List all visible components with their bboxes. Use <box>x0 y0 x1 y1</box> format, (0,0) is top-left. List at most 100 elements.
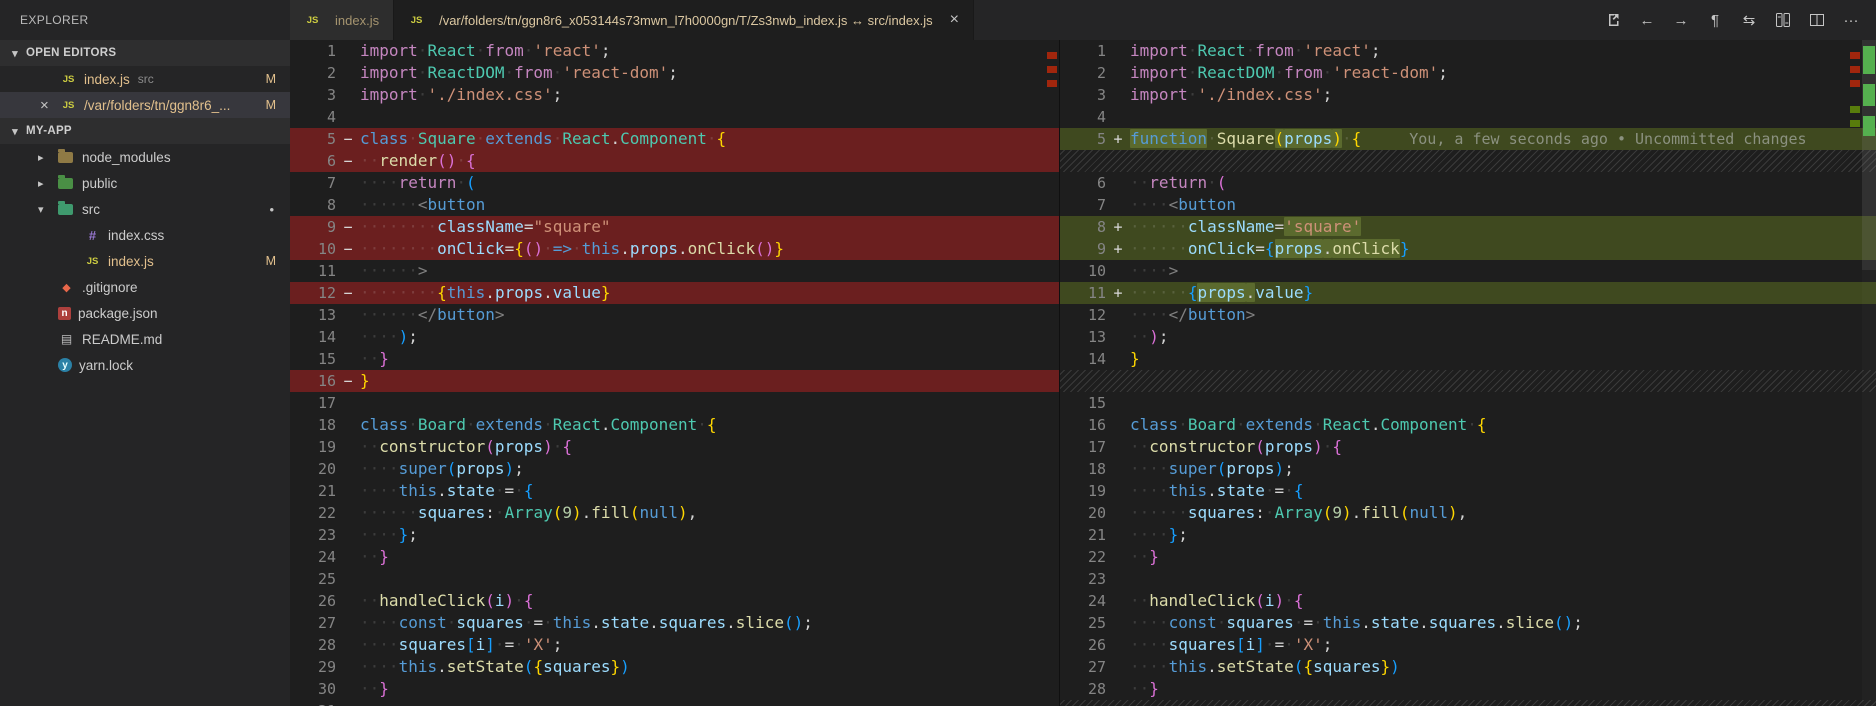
modified-code-line[interactable]: 27 ····this.setState({squares}) <box>1060 656 1876 678</box>
modified-code-line[interactable]: 16 class·Board·extends·React.Component·{ <box>1060 414 1876 436</box>
original-code-line[interactable]: 12− ········{this.props.value} <box>290 282 1059 304</box>
tree-item-yarn-lock[interactable]: yarn.lock <box>0 352 290 378</box>
tree-item-src[interactable]: ▾ src • <box>0 196 290 222</box>
original-code-line[interactable]: 27 ····const·squares·=·this.state.squares… <box>290 612 1059 634</box>
project-label: MY-APP <box>26 125 72 137</box>
modified-filler-row[interactable] <box>1060 370 1876 392</box>
tree-item-node-modules[interactable]: ▸ node_modules <box>0 144 290 170</box>
close-icon[interactable]: × <box>950 11 959 29</box>
original-code-line[interactable]: 15 ··} <box>290 348 1059 370</box>
original-code-line[interactable]: 23 ····}; <box>290 524 1059 546</box>
previous-change-icon[interactable]: ← <box>1634 7 1660 33</box>
modified-code-line[interactable]: 14} <box>1060 348 1876 370</box>
modified-code-line[interactable]: 2 import·ReactDOM·from·'react-dom'; <box>1060 62 1876 84</box>
modified-code-line[interactable]: 23 <box>1060 568 1876 590</box>
original-editor[interactable]: 1 import·React·from·'react'; 2 import·React… <box>290 40 1060 706</box>
original-code-line[interactable]: 28 ····squares[i]·=·'X'; <box>290 634 1059 656</box>
modified-code-line[interactable]: 11 + ······{props.value} <box>1060 282 1876 304</box>
next-change-icon[interactable]: → <box>1668 7 1694 33</box>
original-code-line[interactable]: 7 ····return·( <box>290 172 1059 194</box>
original-code-line[interactable]: 30 ··} <box>290 678 1059 700</box>
modified-code-line[interactable]: 9 + ······onClick={props.onClick} <box>1060 238 1876 260</box>
modified-editor[interactable]: 1 import·React·from·'react'; 2 import·React… <box>1060 40 1876 706</box>
modified-code-line[interactable]: 12 ····</button> <box>1060 304 1876 326</box>
tree-item-index-css[interactable]: index.css <box>0 222 290 248</box>
modified-code-line[interactable]: 3 import·'./index.css'; <box>1060 84 1876 106</box>
original-code-line[interactable]: 24 ··} <box>290 546 1059 568</box>
modified-filler-row[interactable] <box>1060 700 1876 706</box>
modified-code-line[interactable]: 6 ··return·( <box>1060 172 1876 194</box>
tree-item-index-js[interactable]: index.js M <box>0 248 290 274</box>
modified-code-line[interactable]: 24 ··handleClick(i)·{ <box>1060 590 1876 612</box>
scrollbar[interactable] <box>1862 40 1876 706</box>
original-code-line[interactable]: 31 <box>290 700 1059 706</box>
modified-code-line[interactable]: 20 ······squares:·Array(9).fill(null), <box>1060 502 1876 524</box>
modified-code-line[interactable]: 25 ····const·squares·=·this.state.squares… <box>1060 612 1876 634</box>
modified-code-line[interactable]: 28 ··} <box>1060 678 1876 700</box>
original-code-line[interactable]: 11 ······> <box>290 260 1059 282</box>
original-code-line[interactable]: 19 ··constructor(props)·{ <box>290 436 1059 458</box>
original-code-line[interactable]: 8 ······<button <box>290 194 1059 216</box>
code-token: const· <box>398 613 457 632</box>
code-token: ···· <box>360 657 399 676</box>
original-code-line[interactable]: 9− ········className="square" <box>290 216 1059 238</box>
original-code-line[interactable]: 10− ········onClick={()·=>·this.props.onC… <box>290 238 1059 260</box>
open-editors-header[interactable]: ▾ OPEN EDITORS <box>0 40 290 66</box>
original-code-line[interactable]: 26 ··handleClick(i)·{ <box>290 590 1059 612</box>
open-editor-item[interactable]: index.js src M <box>0 66 290 92</box>
more-actions-icon[interactable]: ··· <box>1838 7 1864 33</box>
modified-code-line[interactable]: 10 ····> <box>1060 260 1876 282</box>
tab-index-js[interactable]: index.js <box>290 0 395 40</box>
modified-code-line[interactable]: 1 import·React·from·'react'; <box>1060 40 1876 62</box>
modified-code-line[interactable]: 4 <box>1060 106 1876 128</box>
modified-code-line[interactable]: 13 ··); <box>1060 326 1876 348</box>
original-code-line[interactable]: 5− class·Square·extends·React.Component·{ <box>290 128 1059 150</box>
modified-code-line[interactable]: 5 + function·Square(props)·{You, a few sec… <box>1060 128 1876 150</box>
chevron-right-icon[interactable]: ▸ <box>38 177 58 190</box>
scrollbar-slider[interactable] <box>1862 40 1876 270</box>
file-name: README.md <box>82 331 163 347</box>
tree-item--gitignore[interactable]: .gitignore <box>0 274 290 300</box>
chevron-right-icon[interactable]: ▸ <box>38 151 58 164</box>
open-editor-item[interactable]: × /var/folders/tn/ggn8r6_... M <box>0 92 290 118</box>
original-code-line[interactable]: 4 <box>290 106 1059 128</box>
original-code-line[interactable]: 21 ····this.state·=·{ <box>290 480 1059 502</box>
original-code-line[interactable]: 2 import·ReactDOM·from·'react-dom'; <box>290 62 1059 84</box>
modified-code-line[interactable]: 17 ··constructor(props)·{ <box>1060 436 1876 458</box>
tree-item-public[interactable]: ▸ public <box>0 170 290 196</box>
modified-code-line[interactable]: 15 <box>1060 392 1876 414</box>
original-code-line[interactable]: 14 ····); <box>290 326 1059 348</box>
original-code-line[interactable]: 20 ····super(props); <box>290 458 1059 480</box>
modified-code-line[interactable]: 7 ····<button <box>1060 194 1876 216</box>
open-file-icon[interactable] <box>1600 7 1626 33</box>
modified-code-line[interactable]: 18 ····super(props); <box>1060 458 1876 480</box>
project-header[interactable]: ▾ MY-APP <box>0 118 290 144</box>
original-code-line[interactable]: 16−} <box>290 370 1059 392</box>
original-code-line[interactable]: 25 <box>290 568 1059 590</box>
original-code-line[interactable]: 29 ····this.setState({squares}) <box>290 656 1059 678</box>
original-code-line[interactable]: 13 ······</button> <box>290 304 1059 326</box>
original-code-line[interactable]: 22 ······squares:·Array(9).fill(null), <box>290 502 1059 524</box>
original-code-line[interactable]: 6− ··render()·{ <box>290 150 1059 172</box>
swap-sides-icon[interactable]: ⇆ <box>1736 7 1762 33</box>
modified-code-line[interactable]: 26 ····squares[i]·=·'X'; <box>1060 634 1876 656</box>
modified-code-line[interactable]: 19 ····this.state·=·{ <box>1060 480 1876 502</box>
tree-item-package-json[interactable]: package.json <box>0 300 290 326</box>
close-icon[interactable]: × <box>40 98 60 113</box>
chevron-down-icon[interactable]: ▾ <box>38 203 58 216</box>
tree-item-readme-md[interactable]: README.md <box>0 326 290 352</box>
modified-code-line[interactable]: 8 + ······className='square' <box>1060 216 1876 238</box>
modified-code-line[interactable]: 21 ····}; <box>1060 524 1876 546</box>
original-code-line[interactable]: 3 import·'./index.css'; <box>290 84 1059 106</box>
original-code-line[interactable]: 1 import·React·from·'react'; <box>290 40 1059 62</box>
original-code-line[interactable]: 17 <box>290 392 1059 414</box>
original-code-line[interactable]: 18 class·Board·extends·React.Component·{ <box>290 414 1059 436</box>
modified-code-line[interactable]: 22 ··} <box>1060 546 1876 568</box>
render-whitespace-icon[interactable]: ¶ <box>1702 7 1728 33</box>
tab-diff[interactable]: /var/folders/tn/ggn8r6_x053144s73mwn_l7h… <box>394 0 974 40</box>
inline-view-icon[interactable] <box>1770 7 1796 33</box>
modified-filler-row[interactable] <box>1060 150 1876 172</box>
line-number: 16 <box>1087 416 1106 434</box>
split-editor-icon[interactable] <box>1804 7 1830 33</box>
whitespace-dot: · <box>1139 173 1150 192</box>
